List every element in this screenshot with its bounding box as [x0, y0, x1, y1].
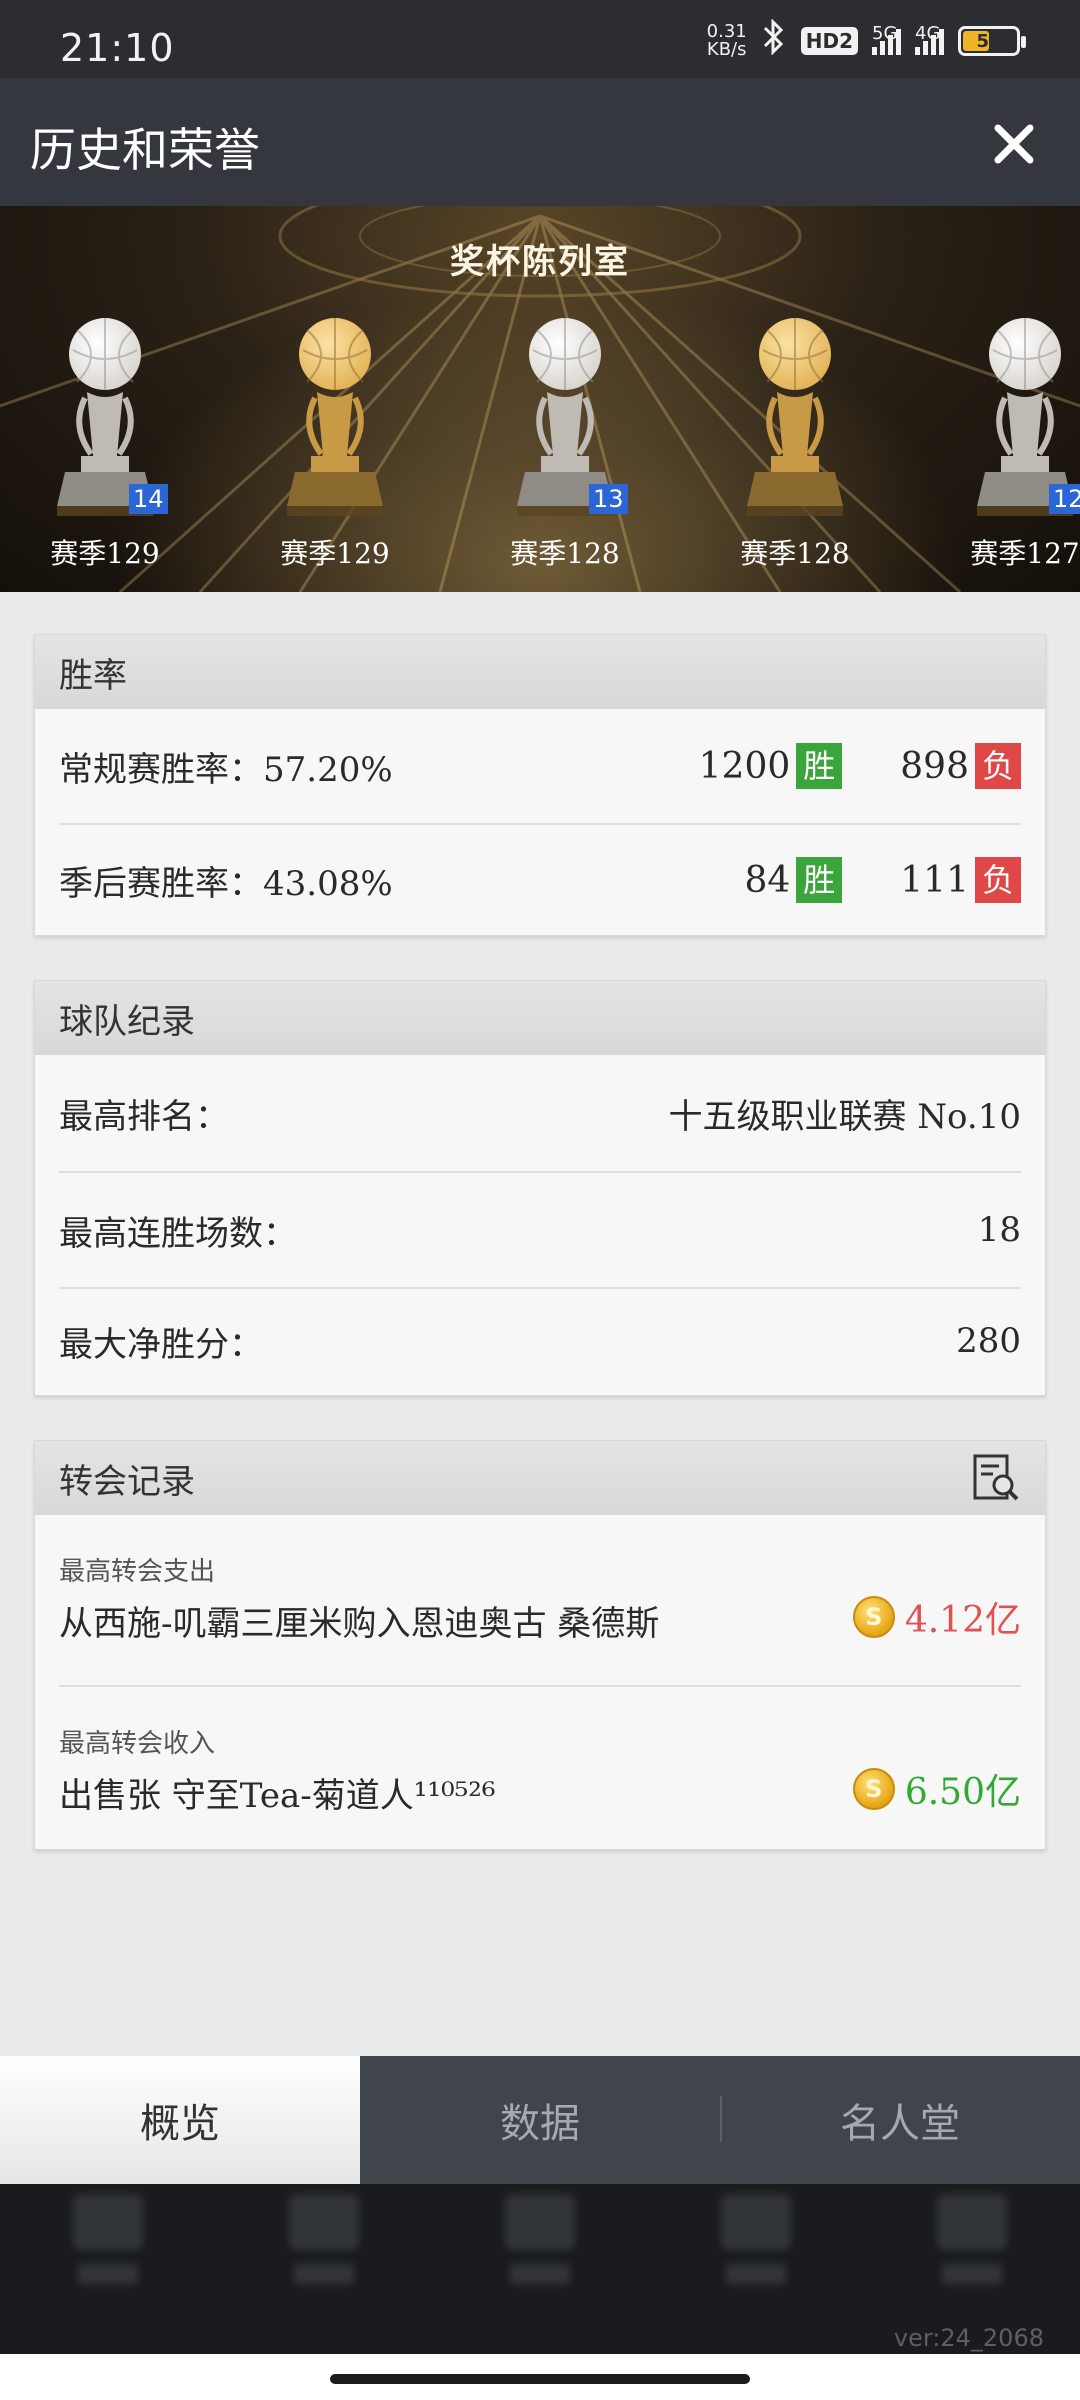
header-bar: 历史和荣誉	[0, 78, 1080, 206]
trophy-item[interactable]: 赛季129	[25, 306, 185, 592]
trophy-room-title: 奖杯陈列室	[450, 242, 630, 282]
trophy-season-label: 赛季128	[510, 537, 620, 570]
tab-overview[interactable]: 概览	[0, 2056, 360, 2184]
trophy-season-label: 赛季129	[50, 537, 160, 570]
transfer-spend-row: 最高转会支出 从西施-叽霸三厘米购入恩迪奥古 桑德斯 S 4.12亿	[59, 1515, 1021, 1685]
transfer-income-amount: 6.50亿	[904, 1772, 1021, 1813]
trophy-count-badge: 12	[1049, 484, 1080, 514]
team-record-panel: 球队纪录 最高排名： 十五级职业联赛 No.10 最高连胜场数： 18 最大净胜…	[34, 980, 1046, 1396]
transfer-spend-amount: 4.12亿	[904, 1600, 1021, 1641]
regular-season-row: 常规赛胜率：57.20% 1200 胜 898 负	[59, 709, 1021, 823]
record-label: 最高连胜场数：	[59, 1213, 297, 1254]
record-value: 十五级职业联赛 No.10	[668, 1096, 1021, 1137]
document-search-icon[interactable]	[971, 1453, 1021, 1512]
status-bar: 21:10 0.31 KB/s HD2 5G 4G 54	[0, 0, 1080, 78]
record-row-win-streak: 最高连胜场数： 18	[59, 1171, 1021, 1287]
signal-4g-label: 4G	[915, 23, 941, 44]
coin-icon: S	[852, 1596, 895, 1638]
transfer-record-header: 转会记录	[35, 1441, 1045, 1515]
loss-tag: 负	[975, 743, 1021, 789]
transfer-record-panel: 转会记录 最高转会支出 从西施-叽霸三厘米购入恩迪奥古 桑德斯 S 4.12亿 …	[34, 1440, 1046, 1850]
trophy-season-label: 赛季129	[280, 537, 390, 570]
regular-season-label: 常规赛胜率：57.20%	[59, 749, 393, 790]
blurred-nav-icons	[0, 2194, 1080, 2304]
transfer-income-caption: 最高转会收入	[59, 1729, 216, 1759]
battery-level: 54	[976, 30, 1002, 52]
signal-5g-label: 5G	[872, 23, 898, 44]
trophy-count-badge: 14	[129, 484, 168, 514]
trophy-room-banner: 奖杯陈列室 赛季129 14 赛季129 赛季128 13 赛季128 赛季127 12	[0, 206, 1080, 592]
transfer-spend-amount-group: S 4.12亿	[852, 1591, 1021, 1643]
bottom-tab-bar: 概览 数据 名人堂	[0, 2056, 1080, 2184]
net-speed-unit: KB/s	[706, 39, 747, 60]
home-indicator[interactable]	[330, 2374, 750, 2384]
win-rate-title: 胜率	[35, 635, 1045, 709]
trophy-icon	[287, 318, 383, 516]
record-label: 最高排名：	[59, 1096, 229, 1137]
trophy-icon	[747, 318, 843, 516]
win-tag: 胜	[796, 743, 843, 789]
trophy-season-label: 赛季127	[970, 537, 1080, 570]
trophy-season-label: 赛季128	[740, 537, 850, 570]
transfer-income-amount-group: S 6.50亿	[852, 1763, 1021, 1815]
trophy-item[interactable]: 赛季128	[485, 306, 645, 592]
transfer-income-row: 最高转会收入 出售张 守至Tea-菊道人¹¹⁰⁵²⁶ S 6.50亿	[59, 1685, 1021, 1855]
bluetooth-icon	[761, 18, 787, 63]
transfer-spend-caption: 最高转会支出	[59, 1557, 216, 1587]
tab-divider	[720, 2096, 722, 2142]
signal-4g-icon: 4G	[915, 23, 944, 55]
trophy-item[interactable]: 赛季127	[945, 306, 1080, 592]
signal-5g-icon: 5G	[872, 23, 901, 55]
playoff-wins: 84	[744, 859, 791, 901]
playoff-losses: 111	[900, 859, 969, 901]
blurred-background-nav: ver:24_2068	[0, 2184, 1080, 2354]
status-icons: 0.31 KB/s HD2 5G 4G 54	[707, 18, 1026, 64]
win-rate-panel: 胜率 常规赛胜率：57.20% 1200 胜 898 负 季后赛胜率：43.08…	[34, 634, 1046, 936]
record-label: 最大净胜分：	[59, 1324, 263, 1365]
version-label: ver:24_2068	[893, 2324, 1044, 2352]
coin-icon: S	[852, 1768, 895, 1810]
record-row-highest-rank: 最高排名： 十五级职业联赛 No.10	[59, 1055, 1021, 1171]
record-row-point-diff: 最大净胜分： 280	[59, 1287, 1021, 1393]
win-tag: 胜	[796, 857, 843, 903]
tab-data[interactable]: 数据	[360, 2056, 720, 2184]
regular-losses: 898	[900, 745, 969, 787]
team-record-title: 球队纪录	[35, 981, 1045, 1055]
tab-hall-of-fame[interactable]: 名人堂	[720, 2056, 1080, 2184]
regular-wins: 1200	[698, 745, 791, 787]
page-title: 历史和荣誉	[30, 123, 260, 177]
record-value: 18	[977, 1210, 1021, 1250]
gesture-bar-area	[0, 2354, 1080, 2400]
hd-badge: HD2	[800, 27, 858, 55]
playoff-label: 季后赛胜率：43.08%	[59, 863, 393, 904]
close-button[interactable]	[984, 114, 1044, 174]
battery-icon: 54	[958, 26, 1026, 56]
playoff-row: 季后赛胜率：43.08% 84 胜 111 负	[59, 823, 1021, 935]
trophy-item[interactable]: 赛季129	[255, 306, 415, 592]
trophy-item[interactable]: 赛季128	[715, 306, 875, 592]
status-time: 21:10	[60, 26, 175, 70]
loss-tag: 负	[975, 857, 1021, 903]
record-value: 280	[956, 1321, 1021, 1361]
trophy-count-badge: 13	[589, 484, 628, 514]
tab-hall-of-fame-label: 名人堂	[840, 2101, 960, 2147]
transfer-record-title: 转会记录	[59, 1461, 195, 1502]
close-icon	[994, 124, 1034, 164]
net-speed: 0.31 KB/s	[707, 23, 747, 59]
